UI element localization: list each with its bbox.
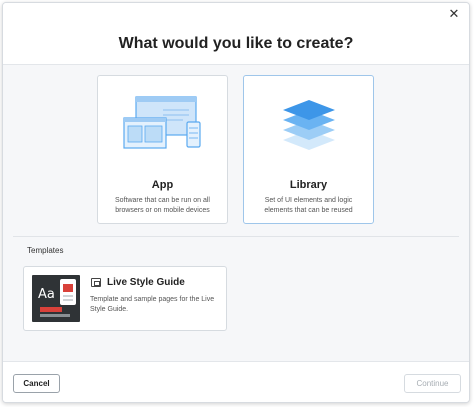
continue-button[interactable]: Continue	[404, 374, 461, 393]
library-card[interactable]: Library Set of UI elements and logic ele…	[243, 75, 374, 224]
thumbnail-text: Aa	[38, 287, 55, 302]
template-icon	[91, 278, 101, 287]
section-divider	[13, 236, 459, 237]
app-card-description: Software that can be run on all browsers…	[115, 197, 210, 214]
cancel-button[interactable]: Cancel	[13, 374, 60, 393]
phone-preview-shape	[60, 279, 76, 305]
app-card-title: App	[151, 179, 174, 191]
dialog-footer: Cancel Continue	[3, 361, 469, 402]
app-card[interactable]: App Software that can be run on all brow…	[97, 75, 228, 224]
dialog-title: What would you like to create?	[118, 35, 354, 52]
dialog-body: App Software that can be run on all brow…	[3, 65, 469, 361]
dialog-header: ✕ What would you like to create?	[3, 3, 469, 65]
layers-icon	[244, 96, 373, 166]
create-dialog: ✕ What would you like to create? App Sof…	[2, 2, 470, 403]
close-icon[interactable]: ✕	[447, 7, 461, 21]
template-title: Live Style Guide	[107, 277, 185, 288]
devices-icon	[98, 96, 227, 166]
template-card-live-style-guide[interactable]: Aa Live Style Guide Template and sample …	[23, 266, 227, 331]
templates-section-label: Templates	[27, 246, 64, 255]
library-card-description: Set of UI elements and logic elements th…	[264, 197, 353, 214]
template-description: Template and sample pages for the Live S…	[90, 296, 215, 313]
library-card-title: Library	[289, 179, 328, 191]
template-thumbnail: Aa	[32, 275, 80, 322]
